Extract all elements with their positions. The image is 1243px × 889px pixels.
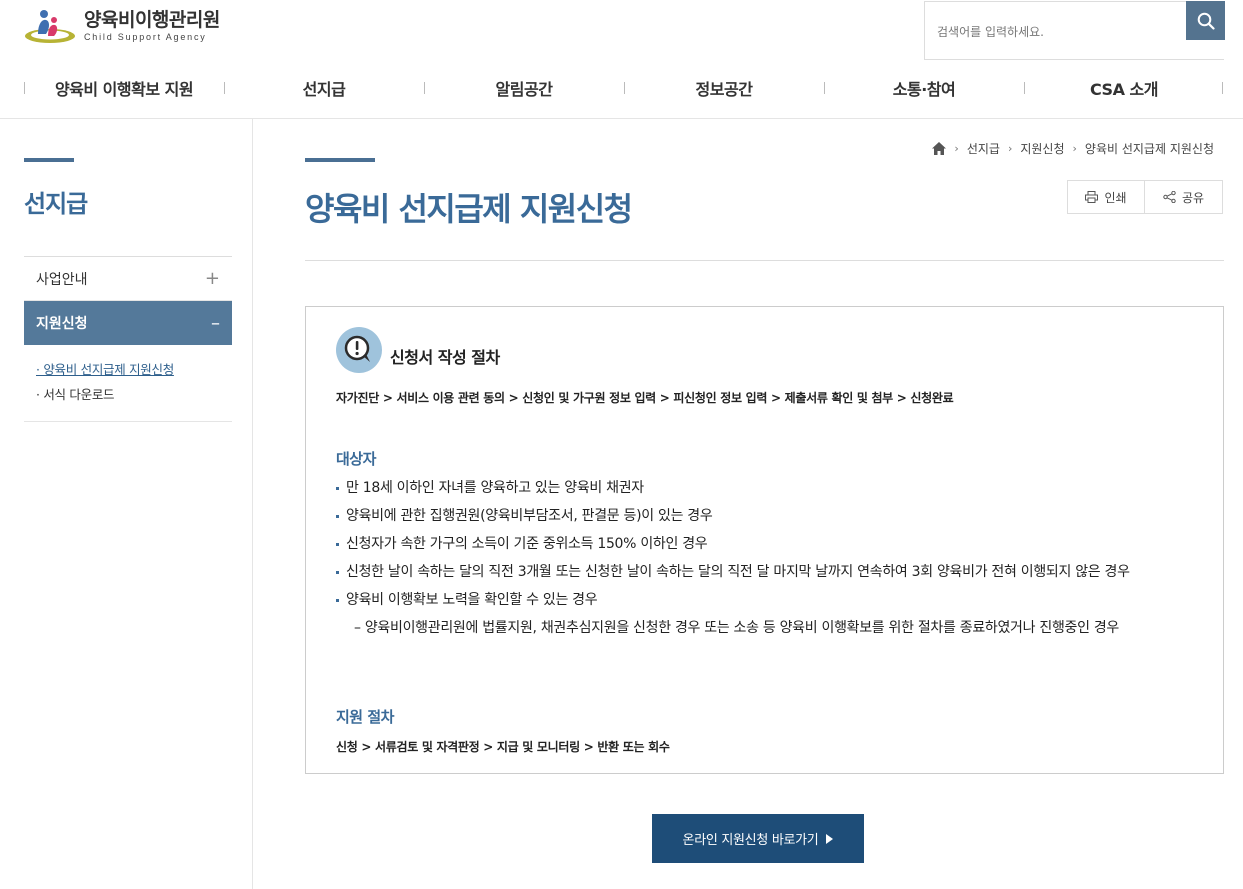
sidebar-submenu: · 양육비 선지급제 지원신청 · 서식 다운로드 — [24, 345, 232, 422]
search-input[interactable] — [937, 20, 1177, 44]
share-button[interactable]: 공유 — [1145, 180, 1223, 214]
list-item: 신청한 날이 속하는 달의 직전 3개월 또는 신청한 날이 속하는 달의 직전… — [336, 563, 1196, 581]
sidebar-accent-bar — [24, 158, 74, 162]
list-sub-item: – 양육비이행관리원에 법률지원, 채권추심지원을 신청한 경우 또는 소송 등… — [354, 620, 1120, 636]
sidebar-item-label: 지원신청 — [36, 316, 88, 332]
search-icon — [1197, 12, 1215, 30]
list-item: 만 18세 이하인 자녀를 양육하고 있는 양육비 채권자 — [336, 479, 1196, 497]
logo-name-en: Child Support Agency — [84, 31, 207, 42]
section-title-target: 대상자 — [336, 450, 376, 468]
application-procedure: 자가진단 > 서비스 이용 관련 동의 > 신청인 및 가구원 정보 입력 > … — [336, 391, 954, 405]
online-application-label: 온라인 지원신청 바로가기 — [682, 833, 819, 848]
nav-item-child-support[interactable]: 양육비 이행확보 지원 — [24, 66, 224, 110]
site-logo[interactable]: 양육비이행관리원 Child Support Agency — [24, 6, 220, 46]
support-procedure: 신청 > 서류검토 및 자격판정 > 지급 및 모니터링 > 반환 또는 회수 — [336, 740, 670, 754]
sidebar-item-application[interactable]: 지원신청 – — [24, 301, 232, 345]
target-list: 만 18세 이하인 자녀를 양육하고 있는 양육비 채권자 양육비에 관한 집행… — [336, 479, 1196, 647]
submenu-item-form-download[interactable]: · 서식 다운로드 — [36, 382, 220, 407]
nav-item-about[interactable]: CSA 소개 — [1024, 66, 1224, 110]
section-title-support: 지원 절차 — [336, 708, 394, 726]
title-accent-bar — [305, 158, 375, 162]
title-divider — [305, 260, 1224, 261]
chevron-right-icon: › — [1072, 142, 1077, 155]
application-info-box: 신청서 작성 절차 자가진단 > 서비스 이용 관련 동의 > 신청인 및 가구… — [305, 306, 1224, 774]
breadcrumb: › 선지급 › 지원신청 › 양육비 선지급제 지원신청 — [932, 140, 1214, 157]
sidebar-item-business-guide[interactable]: 사업안내 + — [24, 257, 232, 301]
sidebar-title: 선지급 — [24, 190, 88, 218]
header-divider — [0, 118, 1243, 119]
printer-icon — [1085, 191, 1099, 203]
online-application-button[interactable]: 온라인 지원신청 바로가기 — [652, 814, 864, 863]
breadcrumb-item[interactable]: 지원신청 — [1020, 140, 1064, 157]
chevron-right-icon: › — [954, 142, 959, 155]
home-icon[interactable] — [932, 142, 947, 155]
nav-item-participation[interactable]: 소통·참여 — [824, 66, 1024, 110]
logo-name-ko: 양육비이행관리원 — [84, 8, 220, 31]
search-box — [924, 1, 1225, 60]
sidebar-item-label: 사업안내 — [36, 271, 88, 288]
list-item: 신청자가 속한 가구의 소득이 기준 중위소득 150% 이하인 경우 — [336, 535, 1196, 553]
nav-item-information[interactable]: 정보공간 — [624, 66, 824, 110]
print-button[interactable]: 인쇄 — [1067, 180, 1145, 214]
chevron-right-icon: › — [1007, 142, 1013, 155]
share-icon — [1163, 191, 1176, 203]
page-tools: 인쇄 공유 — [1067, 180, 1223, 214]
collapse-icon: – — [211, 312, 220, 334]
list-item: 양육비에 관한 집행권원(양육비부담조서, 판결문 등)이 있는 경우 — [336, 507, 1196, 525]
page-title: 양육비 선지급제 지원신청 — [305, 190, 633, 228]
main-nav: 양육비 이행확보 지원 선지급 알림공간 정보공간 소통·참여 CSA 소개 — [0, 66, 1243, 110]
exclamation-speech-icon — [336, 327, 382, 373]
sidebar-menu: 사업안내 + 지원신청 – · 양육비 선지급제 지원신청 · 서식 다운로드 — [24, 256, 232, 422]
print-label: 인쇄 — [1104, 190, 1127, 205]
search-button[interactable] — [1186, 1, 1225, 40]
breadcrumb-current: 양육비 선지급제 지원신청 — [1084, 142, 1214, 156]
breadcrumb-item[interactable]: 선지급 — [967, 140, 1000, 157]
triangle-right-icon — [826, 833, 834, 844]
box-heading: 신청서 작성 절차 — [390, 348, 500, 367]
submenu-item-advance-application[interactable]: · 양육비 선지급제 지원신청 — [36, 357, 220, 382]
sidebar-divider — [252, 119, 253, 889]
share-label: 공유 — [1181, 190, 1205, 205]
nav-item-advance-payment[interactable]: 선지급 — [224, 66, 424, 110]
nav-divider — [1222, 82, 1223, 94]
logo-emblem-icon — [25, 10, 75, 43]
expand-icon: + — [204, 268, 220, 289]
nav-item-notice[interactable]: 알림공간 — [424, 66, 624, 110]
list-item: 양육비 이행확보 노력을 확인할 수 있는 경우 — [336, 591, 1196, 609]
